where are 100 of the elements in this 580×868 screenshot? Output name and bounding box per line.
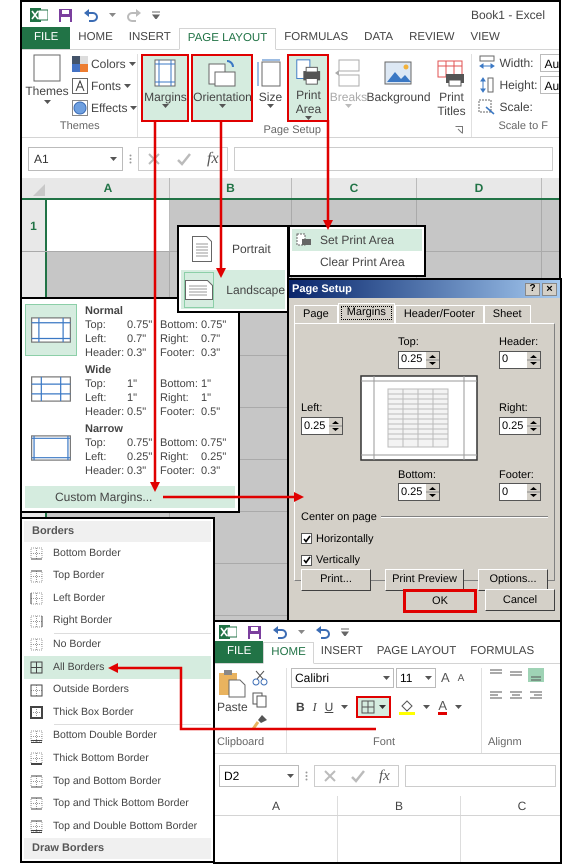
- font-style-button[interactable]: U: [324, 698, 334, 716]
- checkbox[interactable]: Horizontally: [301, 530, 548, 547]
- margin-preset-item[interactable]: Narrow Top: 0.75" Bottom: 0.75" Left: 0.25" Right: 0.25" Header: 0.3" Footer: 0.3": [25, 422, 235, 481]
- ribbon-tab[interactable]: FORMULAS: [276, 27, 356, 49]
- ribbon-button[interactable]: Background: [367, 54, 430, 122]
- menu-item[interactable]: Clear Print Area: [292, 251, 422, 273]
- checkbox[interactable]: Vertically: [301, 552, 548, 568]
- spin-input-field[interactable]: 0.25: [301, 416, 343, 435]
- margin-preset-item[interactable]: Wide Top: 1" Bottom: 1" Left: 1" Right: 1" Header: 0.5" Footer: 0.5": [25, 363, 235, 422]
- spin-input-field[interactable]: 0: [499, 483, 541, 501]
- theme-option-button[interactable]: Fonts: [72, 76, 138, 95]
- menu-item[interactable]: Outside Borders: [24, 678, 211, 702]
- ribbon-tab[interactable]: REVIEW: [401, 27, 462, 49]
- scale-input-field[interactable]: Au: [540, 76, 559, 94]
- menu-item[interactable]: Landscape: [181, 270, 285, 309]
- menu-item[interactable]: Top and Bottom Border: [24, 770, 211, 793]
- cancel-button[interactable]: Cancel: [485, 589, 555, 611]
- column-header[interactable]: B: [170, 178, 292, 198]
- file-tab[interactable]: FILE: [215, 641, 264, 663]
- menu-item[interactable]: Thick Box Border: [24, 701, 211, 724]
- margin-value: 0.5": [127, 405, 148, 419]
- ribbon-button[interactable]: Margins: [141, 54, 190, 122]
- ribbon-tab[interactable]: INSERT: [314, 641, 370, 663]
- spin-input-field[interactable]: 0: [499, 350, 541, 368]
- ok-button[interactable]: OK: [403, 589, 477, 613]
- menu-item[interactable]: Top and Double Bottom Border: [24, 815, 211, 838]
- spin-input-field[interactable]: 0.25: [398, 483, 440, 501]
- decrease-font-button[interactable]: A: [454, 670, 468, 686]
- paste-button[interactable]: Paste: [217, 668, 248, 734]
- insert-function-button[interactable]: fx: [207, 147, 219, 171]
- menu-item[interactable]: Top Border: [24, 564, 211, 588]
- menu-item[interactable]: Bottom Border: [24, 542, 211, 565]
- spin-input-field[interactable]: 0.25: [499, 416, 541, 435]
- all-borders-icon: [361, 700, 376, 714]
- caret-icon: [383, 676, 390, 680]
- margin-value: 1": [201, 377, 212, 391]
- formula-input-field[interactable]: [234, 147, 553, 171]
- insert-function-button[interactable]: fx: [379, 764, 390, 788]
- ribbon-tab[interactable]: DATA: [356, 27, 402, 49]
- custom-margins-item[interactable]: Custom Margins...: [25, 486, 235, 508]
- ribbon-button[interactable]: Size: [255, 54, 286, 122]
- column-header[interactable]: C: [292, 178, 417, 198]
- theme-option-button[interactable]: Colors: [72, 54, 138, 73]
- theme-option-button[interactable]: Effects: [72, 98, 138, 117]
- dialog-tab[interactable]: Sheet: [484, 305, 531, 323]
- font-color-button[interactable]: A: [438, 699, 448, 715]
- dialog-launcher-icon[interactable]: [455, 126, 464, 134]
- menu-item[interactable]: Portrait: [181, 229, 285, 268]
- fill-color-icon[interactable]: [399, 699, 416, 715]
- ribbon-button[interactable]: Print Titles: [431, 54, 472, 122]
- font-size-field[interactable]: 11: [396, 668, 436, 688]
- column-header[interactable]: A: [215, 796, 338, 815]
- format-painter-icon[interactable]: [252, 714, 268, 730]
- font-style-button[interactable]: B: [296, 698, 305, 716]
- formula-input-field[interactable]: [404, 765, 556, 787]
- ribbon-button[interactable]: Print Area: [287, 54, 330, 122]
- column-header[interactable]: A: [47, 178, 170, 198]
- menu-item[interactable]: Left Border: [24, 587, 211, 610]
- dialog-tab[interactable]: Margins: [338, 303, 395, 323]
- preset-name: Narrow: [85, 422, 124, 436]
- selected-cell[interactable]: [47, 200, 170, 251]
- name-box[interactable]: D2: [219, 765, 299, 787]
- spin-input-field[interactable]: 0.25: [398, 350, 440, 368]
- dialog-button[interactable]: Print...: [301, 568, 371, 590]
- close-button[interactable]: ×: [542, 282, 557, 296]
- menu-item[interactable]: Right Border: [24, 610, 211, 633]
- name-box[interactable]: A1: [28, 147, 123, 171]
- copy-icon[interactable]: [252, 692, 268, 708]
- increase-font-button[interactable]: A: [438, 668, 453, 688]
- ribbon-tab[interactable]: HOME: [263, 642, 314, 664]
- scissors-icon[interactable]: [252, 670, 268, 686]
- column-header[interactable]: C: [461, 796, 560, 815]
- dialog-button[interactable]: Print Preview: [385, 568, 464, 590]
- font-style-button[interactable]: I: [312, 698, 317, 716]
- menu-item[interactable]: All Borders: [24, 656, 211, 679]
- menu-item[interactable]: Thick Bottom Border: [24, 747, 211, 770]
- ribbon-tab[interactable]: PAGE LAYOUT: [370, 641, 464, 663]
- menu-item[interactable]: Top and Thick Bottom Border: [24, 792, 211, 816]
- dialog-button[interactable]: Options...: [478, 568, 548, 590]
- help-button[interactable]: ?: [525, 282, 540, 296]
- font-name-field[interactable]: Calibri: [291, 668, 394, 688]
- borders-button[interactable]: [356, 696, 392, 718]
- row-header[interactable]: 1: [22, 200, 47, 251]
- menu-item[interactable]: Bottom Double Border: [24, 724, 211, 748]
- dialog-tab[interactable]: Header/Footer: [394, 305, 484, 323]
- column-header[interactable]: D: [417, 178, 542, 198]
- ribbon-tab[interactable]: VIEW: [462, 27, 508, 49]
- ribbon-tab[interactable]: HOME: [70, 27, 121, 49]
- menu-item[interactable]: Set Print Area: [292, 229, 422, 251]
- themes-button[interactable]: Themes: [26, 54, 68, 118]
- scale-input-field[interactable]: Au: [540, 54, 559, 72]
- file-tab[interactable]: FILE: [22, 27, 70, 49]
- ribbon-tab[interactable]: PAGE LAYOUT: [178, 28, 276, 50]
- ribbon-tab[interactable]: FORMULAS: [463, 641, 542, 663]
- menu-item[interactable]: No Border: [24, 634, 211, 656]
- column-header[interactable]: B: [338, 796, 461, 815]
- caret-icon: [162, 104, 169, 108]
- ribbon-tab[interactable]: INSERT: [120, 27, 179, 49]
- caret-icon: [44, 100, 50, 104]
- ribbon-button[interactable]: Orientation: [191, 54, 254, 122]
